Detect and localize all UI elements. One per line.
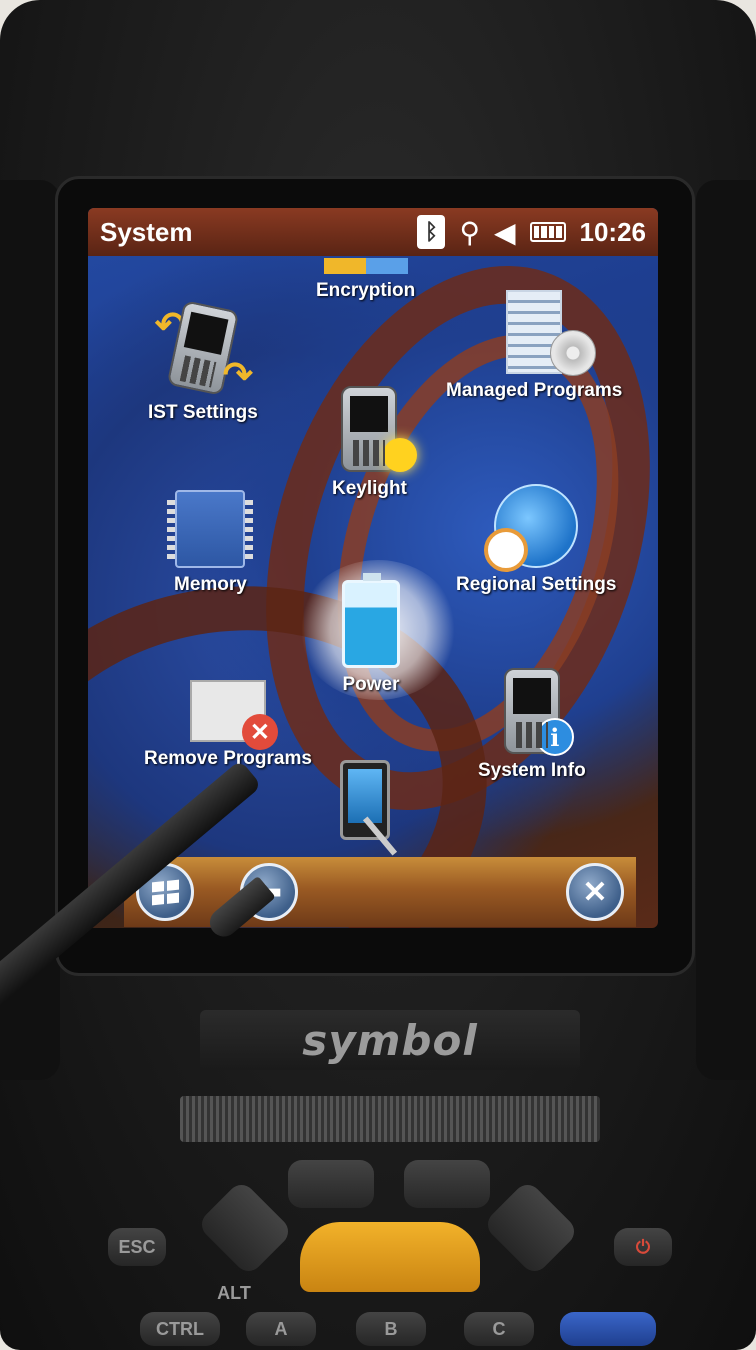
app-label: Regional Settings	[456, 574, 617, 595]
power-icon-key: ⏻	[635, 1236, 651, 1257]
blue-key[interactable]	[560, 1312, 656, 1346]
keylight-icon	[341, 386, 418, 472]
app-label: Keylight	[332, 478, 407, 499]
handheld-device: System ᛒ ⚲ ◀︎ 10:26 Encryption ↶ ↷ IST S…	[0, 0, 756, 1350]
speaker-muted-icon[interactable]: ◀︎	[494, 216, 516, 249]
app-label: System Info	[478, 760, 586, 781]
app-label: Managed Programs	[446, 380, 623, 401]
app-ist-settings[interactable]: ↶ ↷ IST Settings	[148, 300, 258, 424]
ist-settings-icon: ↶ ↷	[153, 300, 253, 396]
power-icon	[342, 573, 400, 668]
scan-trigger-key[interactable]	[300, 1222, 480, 1292]
windows-start-icon	[151, 879, 179, 905]
app-label: Encryption	[316, 280, 416, 301]
clock-time[interactable]: 10:26	[580, 217, 647, 248]
app-keylight[interactable]: Keylight	[332, 386, 418, 500]
app-label: Remove Programs	[144, 748, 312, 769]
close-button[interactable]: ✕	[566, 863, 624, 921]
regional-settings-icon	[484, 484, 579, 572]
nav-left-key[interactable]	[196, 1179, 294, 1277]
alt-label: ALT	[217, 1282, 251, 1303]
app-remove-programs[interactable]: ✕ Remove Programs	[144, 680, 312, 770]
memory-icon	[167, 490, 254, 568]
app-system-info[interactable]: i System Info	[478, 668, 586, 782]
esc-key[interactable]: ESC	[108, 1228, 166, 1266]
brand-plate: symbol	[200, 1010, 580, 1070]
app-memory[interactable]: Memory	[167, 490, 254, 596]
brand-logo: symbol	[302, 1015, 478, 1065]
app-label: Power	[342, 674, 400, 695]
nav-up-left-key[interactable]	[288, 1160, 374, 1208]
nav-up-right-key[interactable]	[404, 1160, 490, 1208]
app-regional-settings[interactable]: Regional Settings	[456, 484, 616, 596]
tablet-stylus-icon	[340, 760, 398, 856]
nav-right-key[interactable]	[482, 1179, 580, 1277]
app-power[interactable]: Power	[342, 573, 400, 696]
battery-icon[interactable]	[529, 222, 566, 242]
status-icons: ᛒ ⚲ ◀︎ 10:26	[417, 215, 646, 249]
remove-programs-icon: ✕	[189, 680, 278, 750]
connectivity-icon[interactable]: ⚲	[459, 216, 480, 249]
app-label: IST Settings	[148, 402, 258, 423]
a-key[interactable]: A	[246, 1312, 316, 1346]
screen-title: System	[100, 216, 193, 247]
soft-key-bar: ⬅ ✕	[124, 857, 636, 927]
bluetooth-icon[interactable]: ᛒ	[417, 215, 446, 249]
b-key[interactable]: B	[356, 1312, 426, 1346]
power-key[interactable]: ⏻	[614, 1228, 672, 1266]
app-partial-tablet[interactable]	[340, 760, 398, 856]
c-key[interactable]: C	[464, 1312, 534, 1346]
device-bumper-right	[696, 180, 756, 1080]
managed-programs-icon	[506, 290, 597, 376]
system-info-icon: i	[503, 668, 574, 756]
encryption-icon	[323, 258, 408, 274]
app-managed-programs[interactable]: Managed Programs	[446, 290, 622, 402]
close-icon: ✕	[582, 875, 608, 909]
status-bar: System ᛒ ⚲ ◀︎ 10:26	[88, 208, 658, 256]
app-encryption[interactable]: Encryption	[316, 258, 415, 302]
scanner-window	[180, 1096, 600, 1142]
ctrl-key[interactable]: CTRL	[140, 1312, 220, 1346]
app-label: Memory	[174, 574, 247, 595]
